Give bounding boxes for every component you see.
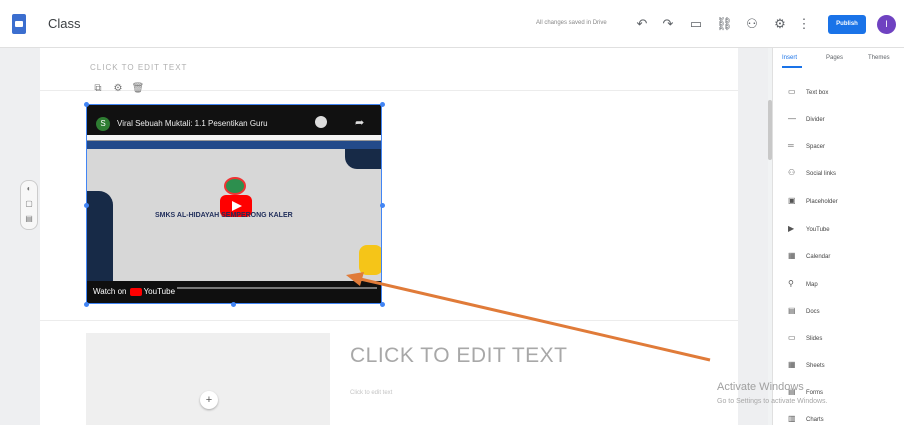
- annotation-arrow: [346, 272, 711, 362]
